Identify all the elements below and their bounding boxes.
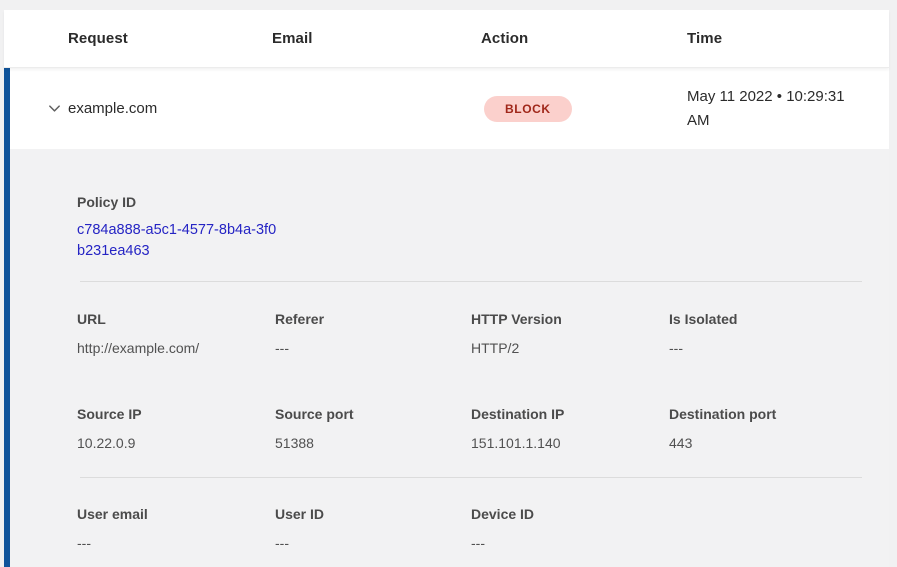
field-label: Destination IP <box>471 405 669 423</box>
field-is-isolated: Is Isolated --- <box>669 310 864 357</box>
table-row[interactable]: example.com BLOCK May 11 2022 • 10:29:31… <box>10 68 889 149</box>
field-user-id: User ID --- <box>275 505 471 552</box>
expanded-row-container: example.com BLOCK May 11 2022 • 10:29:31… <box>4 68 889 567</box>
row-action-cell: BLOCK <box>481 96 687 122</box>
column-header-email: Email <box>272 30 481 47</box>
field-device-id: Device ID --- <box>471 505 669 552</box>
field-destination-ip: Destination IP 151.101.1.140 <box>471 405 669 452</box>
field-label: HTTP Version <box>471 310 669 328</box>
policy-id-label: Policy ID <box>77 193 864 211</box>
field-url: URL http://example.com/ <box>77 310 275 357</box>
field-value: --- <box>275 339 471 357</box>
chevron-down-icon[interactable] <box>46 101 62 117</box>
log-table: Request Email Action Time example.com BL… <box>4 10 889 567</box>
field-label: Source port <box>275 405 471 423</box>
field-value: --- <box>275 534 471 552</box>
policy-id-section: Policy ID c784a888-a5c1-4577-8b4a-3f0b23… <box>77 193 864 262</box>
row-request-value: example.com <box>68 100 272 117</box>
details-grid-row-user: User email --- User ID --- Device ID --- <box>77 505 864 552</box>
field-value: HTTP/2 <box>471 339 669 357</box>
field-value: 10.22.0.9 <box>77 434 275 452</box>
block-action-badge: BLOCK <box>484 96 572 122</box>
field-label: User email <box>77 505 275 523</box>
column-header-time: Time <box>687 30 889 47</box>
row-details-panel: Policy ID c784a888-a5c1-4577-8b4a-3f0b23… <box>10 149 889 567</box>
policy-id-link[interactable]: c784a888-a5c1-4577-8b4a-3f0b231ea463 <box>77 220 277 262</box>
field-value: http://example.com/ <box>77 339 275 357</box>
field-value: --- <box>77 534 275 552</box>
table-header-row: Request Email Action Time <box>4 10 889 68</box>
field-http-version: HTTP Version HTTP/2 <box>471 310 669 357</box>
field-label: Device ID <box>471 505 669 523</box>
column-header-action: Action <box>481 30 687 47</box>
column-header-request: Request <box>68 30 272 47</box>
field-label: Referer <box>275 310 471 328</box>
row-expand-cell[interactable] <box>10 101 68 117</box>
field-value: --- <box>669 339 864 357</box>
row-time-value: May 11 2022 • 10:29:31 AM <box>687 85 869 133</box>
divider <box>80 477 862 478</box>
field-label: Is Isolated <box>669 310 864 328</box>
field-destination-port: Destination port 443 <box>669 405 864 452</box>
field-value: 151.101.1.140 <box>471 434 669 452</box>
divider <box>80 281 862 282</box>
field-label: Source IP <box>77 405 275 423</box>
field-label: User ID <box>275 505 471 523</box>
field-value: --- <box>471 534 669 552</box>
field-empty <box>669 505 864 552</box>
field-label: Destination port <box>669 405 864 423</box>
field-source-port: Source port 51388 <box>275 405 471 452</box>
field-value: 443 <box>669 434 864 452</box>
field-referer: Referer --- <box>275 310 471 357</box>
details-grid-row-http: URL http://example.com/ Referer --- HTTP… <box>77 310 864 357</box>
field-label: URL <box>77 310 275 328</box>
field-user-email: User email --- <box>77 505 275 552</box>
field-value: 51388 <box>275 434 471 452</box>
details-grid-row-network: Source IP 10.22.0.9 Source port 51388 De… <box>77 405 864 452</box>
field-source-ip: Source IP 10.22.0.9 <box>77 405 275 452</box>
